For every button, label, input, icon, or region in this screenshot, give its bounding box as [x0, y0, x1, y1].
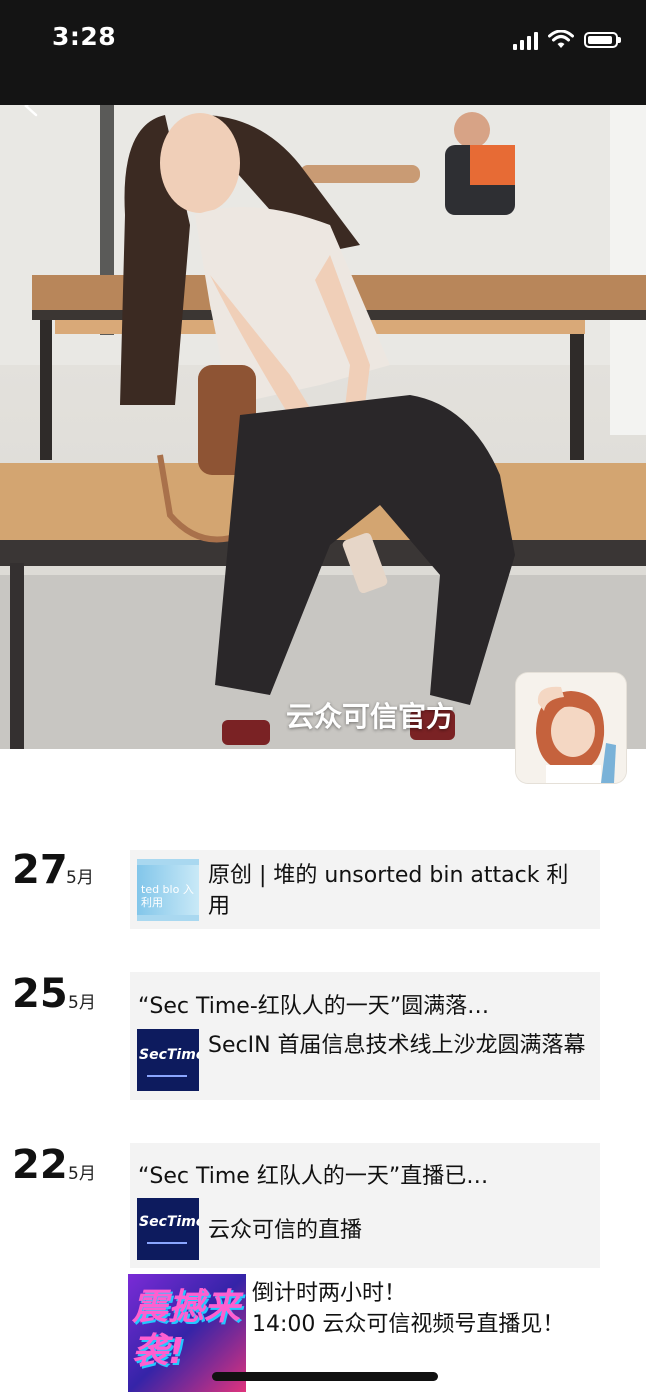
post-card[interactable]: “Sec Time 红队人的一天”直播已… SecTime 云众可信的直播	[130, 1143, 600, 1268]
post-thumbnail-text: SecTime	[139, 1047, 199, 1063]
post-group-title: “Sec Time 红队人的一天”直播已…	[138, 1164, 489, 1189]
entry-month: 5月	[68, 1164, 96, 1184]
battery-icon	[584, 32, 621, 48]
post-group-title: “Sec Time-红队人的一天”圆满落…	[138, 994, 490, 1019]
avatar-illustration	[516, 673, 626, 783]
entry-day: 25	[12, 971, 68, 1017]
post-thumbnail-text: 震撼来袭!	[132, 1287, 241, 1372]
entry-month: 5月	[66, 868, 94, 888]
post-thumbnail: SecTime	[137, 1029, 199, 1091]
cover-photo: 云众可信官方	[0, 105, 646, 749]
entry-month: 5月	[68, 993, 96, 1013]
post-title: SecIN 首届信息技术线上沙龙圆满落幕	[208, 1033, 586, 1058]
avatar[interactable]	[516, 673, 626, 783]
cellular-signal-icon	[513, 30, 538, 50]
entry-day: 22	[12, 1142, 68, 1188]
cover-photo-illustration	[0, 105, 646, 749]
wifi-icon	[548, 30, 574, 48]
status-time: 3:28	[52, 22, 117, 51]
post-title: 云众可信的直播	[208, 1218, 363, 1243]
post-title-line-2: 14:00 云众可信视频号直播见！	[252, 1312, 565, 1337]
home-indicator[interactable]	[212, 1372, 438, 1381]
entry-day: 27	[12, 847, 68, 893]
post-thumbnail-text: SecTime	[139, 1214, 199, 1230]
post-title-line-1: 倒计时两小时！	[252, 1281, 407, 1306]
post-card[interactable]: ted blo 入利用 原创 | 堆的 unsorted bin attack …	[130, 850, 600, 929]
post-thumbnail-text: ted blo 入利用	[141, 883, 194, 909]
post-thumbnail: SecTime	[137, 1198, 199, 1260]
post-thumbnail: ted blo 入利用	[137, 859, 199, 921]
status-bar: 3:28	[0, 0, 646, 105]
status-icons	[513, 26, 621, 54]
back-arrow-icon[interactable]	[22, 105, 44, 117]
post-title: 原创 | 堆的 unsorted bin attack 利用	[208, 863, 569, 919]
profile-name: 云众可信官方	[286, 700, 455, 733]
post-card[interactable]: “Sec Time-红队人的一天”圆满落… SecTime SecIN 首届信息…	[130, 972, 600, 1100]
